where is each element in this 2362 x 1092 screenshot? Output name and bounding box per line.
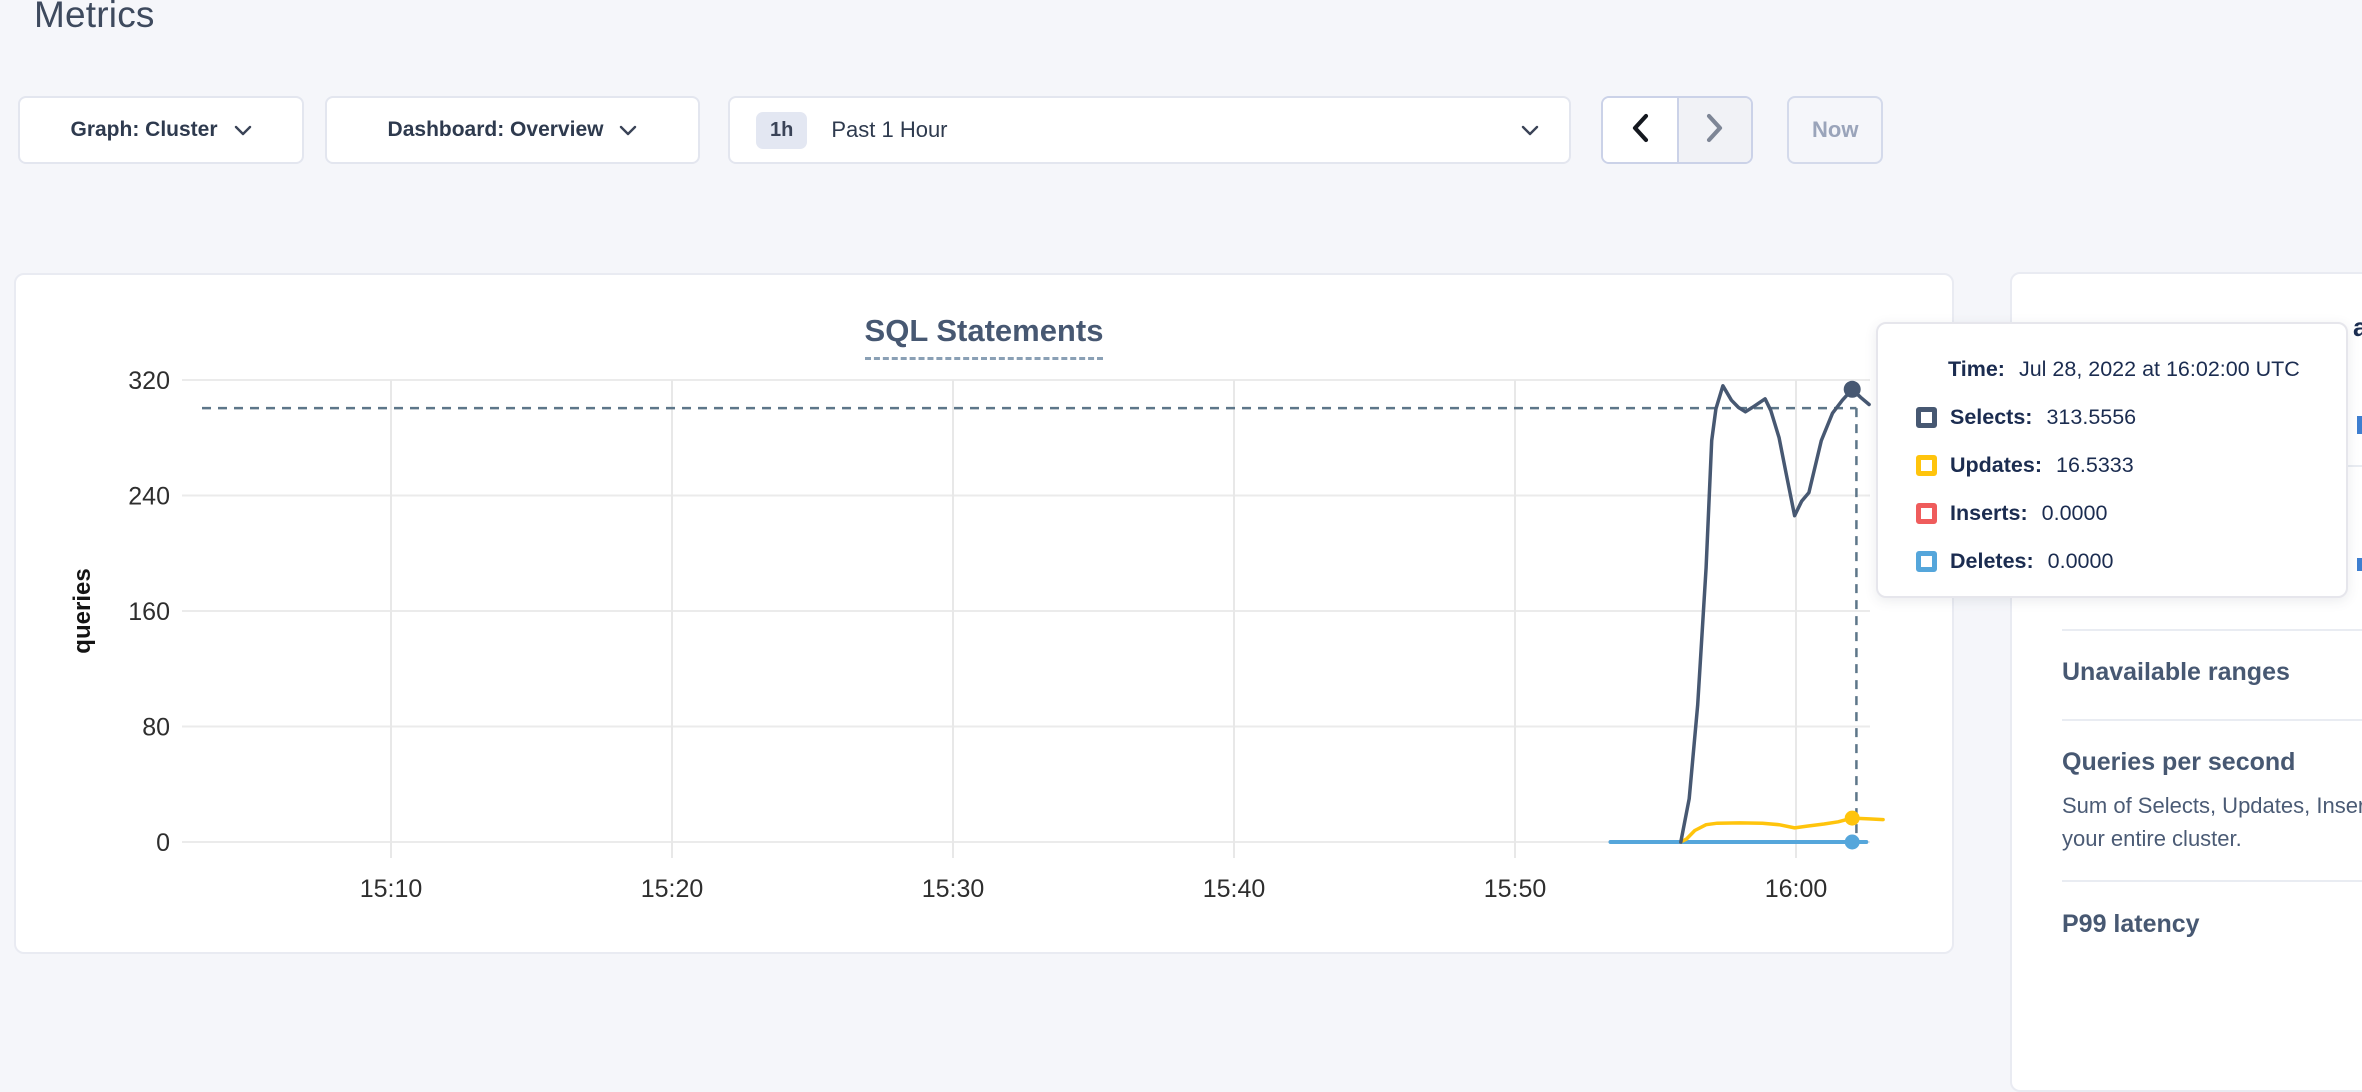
chevron-left-icon	[1629, 112, 1651, 149]
sidebar-divider	[2062, 629, 2362, 631]
sidebar-item-queries-per-second: Queries per second	[2062, 748, 2295, 777]
sidebar-divider	[2062, 880, 2362, 882]
time-range-picker[interactable]: 1h Past 1 Hour	[728, 96, 1571, 164]
svg-text:0: 0	[156, 829, 170, 857]
sidebar-item-description: your entire cluster.	[2062, 826, 2242, 852]
svg-text:15:10: 15:10	[360, 875, 423, 903]
time-range-label: Past 1 Hour	[831, 117, 947, 143]
tooltip-series-label: Deletes:	[1950, 549, 2034, 574]
chevron-right-icon	[1704, 112, 1726, 149]
now-button[interactable]: Now	[1787, 96, 1883, 164]
tooltip-time-row: Time: Jul 28, 2022 at 16:02:00 UTC	[1948, 356, 2300, 382]
svg-text:320: 320	[128, 367, 170, 395]
clipped-link-fragment	[2357, 416, 2362, 434]
graph-scope-label: Graph: Cluster	[70, 118, 217, 142]
sql-statements-chart[interactable]: 0 80 160 240 320 15:10 15:20 15:30 15:40 15:50 16:…	[16, 275, 1956, 956]
tooltip-series-value: 16.5333	[2056, 453, 2134, 478]
tooltip-series-value: 313.5556	[2046, 405, 2136, 430]
svg-text:15:50: 15:50	[1484, 875, 1547, 903]
svg-text:15:30: 15:30	[922, 875, 985, 903]
sidebar-divider	[2062, 719, 2362, 721]
tooltip-deletes-row: Deletes: 0.0000	[1916, 548, 2113, 574]
tooltip-inserts-row: Inserts: 0.0000	[1916, 500, 2107, 526]
svg-text:16:00: 16:00	[1765, 875, 1828, 903]
metrics-toolbar: Graph: Cluster Dashboard: Overview 1h Pa…	[0, 96, 2362, 164]
shift-range-back-button[interactable]	[1603, 98, 1677, 162]
chevron-down-icon	[1521, 125, 1539, 136]
sidebar-item-p99-latency: P99 latency	[2062, 910, 2200, 939]
chart-title-wrap: SQL Statements	[16, 313, 1952, 360]
svg-text:15:40: 15:40	[1203, 875, 1266, 903]
updates-legend-swatch-icon	[1916, 455, 1937, 476]
dashboard-label: Dashboard: Overview	[388, 118, 604, 142]
clipped-text-fragment: a	[2353, 312, 2362, 343]
tooltip-series-label: Updates:	[1950, 453, 2042, 478]
selects-legend-swatch-icon	[1916, 407, 1937, 428]
svg-text:queries: queries	[69, 568, 96, 653]
clipped-link-fragment	[2357, 558, 2362, 571]
time-range-badge: 1h	[756, 112, 807, 149]
svg-text:240: 240	[128, 483, 170, 511]
graph-scope-dropdown[interactable]: Graph: Cluster	[18, 96, 304, 164]
sidebar-item-unavailable-ranges: Unavailable ranges	[2062, 658, 2290, 687]
tooltip-time-label: Time:	[1948, 357, 2005, 382]
inserts-legend-swatch-icon	[1916, 503, 1937, 524]
chart-hover-tooltip: Time: Jul 28, 2022 at 16:02:00 UTC Selec…	[1876, 322, 2348, 598]
svg-text:15:20: 15:20	[641, 875, 704, 903]
tooltip-time-value: Jul 28, 2022 at 16:02:00 UTC	[2019, 357, 2300, 382]
chevron-down-icon	[619, 125, 637, 136]
chart-title[interactable]: SQL Statements	[865, 313, 1104, 360]
tooltip-series-value: 0.0000	[2048, 549, 2114, 574]
dashboard-dropdown[interactable]: Dashboard: Overview	[325, 96, 700, 164]
deletes-legend-swatch-icon	[1916, 551, 1937, 572]
chevron-down-icon	[234, 125, 252, 136]
shift-range-forward-button[interactable]	[1677, 98, 1751, 162]
sidebar-item-description: Sum of Selects, Updates, Inser	[2062, 793, 2362, 819]
tooltip-series-label: Inserts:	[1950, 501, 2028, 526]
tooltip-selects-row: Selects: 313.5556	[1916, 404, 2136, 430]
now-button-label: Now	[1812, 117, 1858, 143]
svg-text:160: 160	[128, 598, 170, 626]
tooltip-updates-row: Updates: 16.5333	[1916, 452, 2134, 478]
tooltip-series-label: Selects:	[1950, 405, 2032, 430]
time-shift-arrows	[1601, 96, 1753, 164]
tooltip-series-value: 0.0000	[2042, 501, 2108, 526]
page-title: Metrics	[34, 0, 155, 36]
sql-statements-chart-card: 0 80 160 240 320 15:10 15:20 15:30 15:40 15:50 16:…	[14, 273, 1954, 954]
svg-text:80: 80	[142, 714, 170, 742]
